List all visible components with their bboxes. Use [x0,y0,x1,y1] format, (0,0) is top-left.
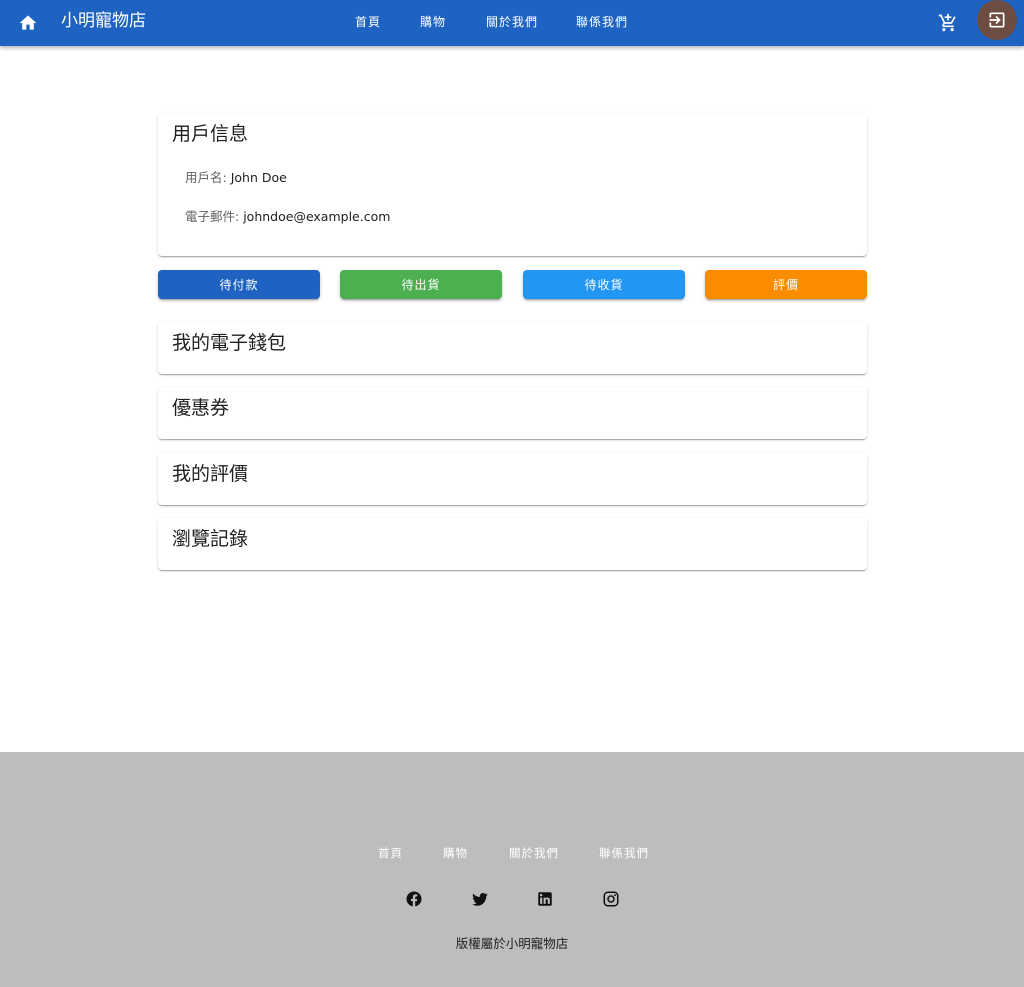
browsing-history-card[interactable]: 瀏覽記錄 [158,518,867,570]
instagram-icon [603,891,619,907]
user-info-card: 用戶信息 用戶名: John Doe 電子郵件: johndoe@example… [158,113,867,256]
coupons-card[interactable]: 優惠券 [158,387,867,439]
footer-link-shop[interactable]: 購物 [443,845,468,861]
login-icon [989,12,1005,28]
wallet-title: 我的電子錢包 [172,332,287,354]
email-value: johndoe@example.com [243,209,391,224]
pending-payment-button[interactable]: 待付款 [158,270,320,299]
email-line: 電子郵件: johndoe@example.com [185,208,390,226]
home-icon [19,15,37,30]
username-value: John Doe [230,170,287,185]
browsing-history-title: 瀏覽記錄 [172,528,249,550]
pending-shipment-button[interactable]: 待出貨 [340,270,502,299]
cart-button[interactable] [934,9,962,37]
facebook-button[interactable] [404,889,424,909]
home-button[interactable] [14,9,42,37]
nav-contact[interactable]: 聯係我們 [576,14,628,30]
footer: 首頁 購物 關於我們 聯係我們 版權屬於小明寵物店 [0,752,1024,987]
twitter-button[interactable] [470,889,490,909]
footer-link-home[interactable]: 首頁 [378,845,403,861]
review-button[interactable]: 評價 [705,270,867,299]
footer-link-about[interactable]: 關於我們 [509,845,559,861]
facebook-icon [406,891,422,907]
user-info-title: 用戶信息 [172,123,249,145]
login-button[interactable] [977,0,1017,40]
cart-icon [938,13,956,32]
footer-link-contact[interactable]: 聯係我們 [599,845,649,861]
my-reviews-title: 我的評價 [172,463,249,485]
email-label: 電子郵件: [185,209,240,224]
username-label: 用戶名: [185,170,227,185]
nav-shop[interactable]: 購物 [420,14,446,30]
coupons-title: 優惠券 [172,397,230,419]
linkedin-icon [538,892,552,906]
app-bar: 小明寵物店 首頁 購物 關於我們 聯係我們 [0,0,1024,46]
nav-about[interactable]: 關於我們 [486,14,538,30]
pending-receipt-button[interactable]: 待收貨 [523,270,685,299]
wallet-card[interactable]: 我的電子錢包 [158,322,867,374]
my-reviews-card[interactable]: 我的評價 [158,453,867,505]
twitter-icon [472,893,488,906]
username-line: 用戶名: John Doe [185,169,287,187]
linkedin-button[interactable] [535,889,555,909]
nav-home[interactable]: 首頁 [355,14,381,30]
instagram-button[interactable] [601,889,621,909]
copyright-text: 版權屬於小明寵物店 [455,936,569,951]
brand-title[interactable]: 小明寵物店 [61,10,146,32]
